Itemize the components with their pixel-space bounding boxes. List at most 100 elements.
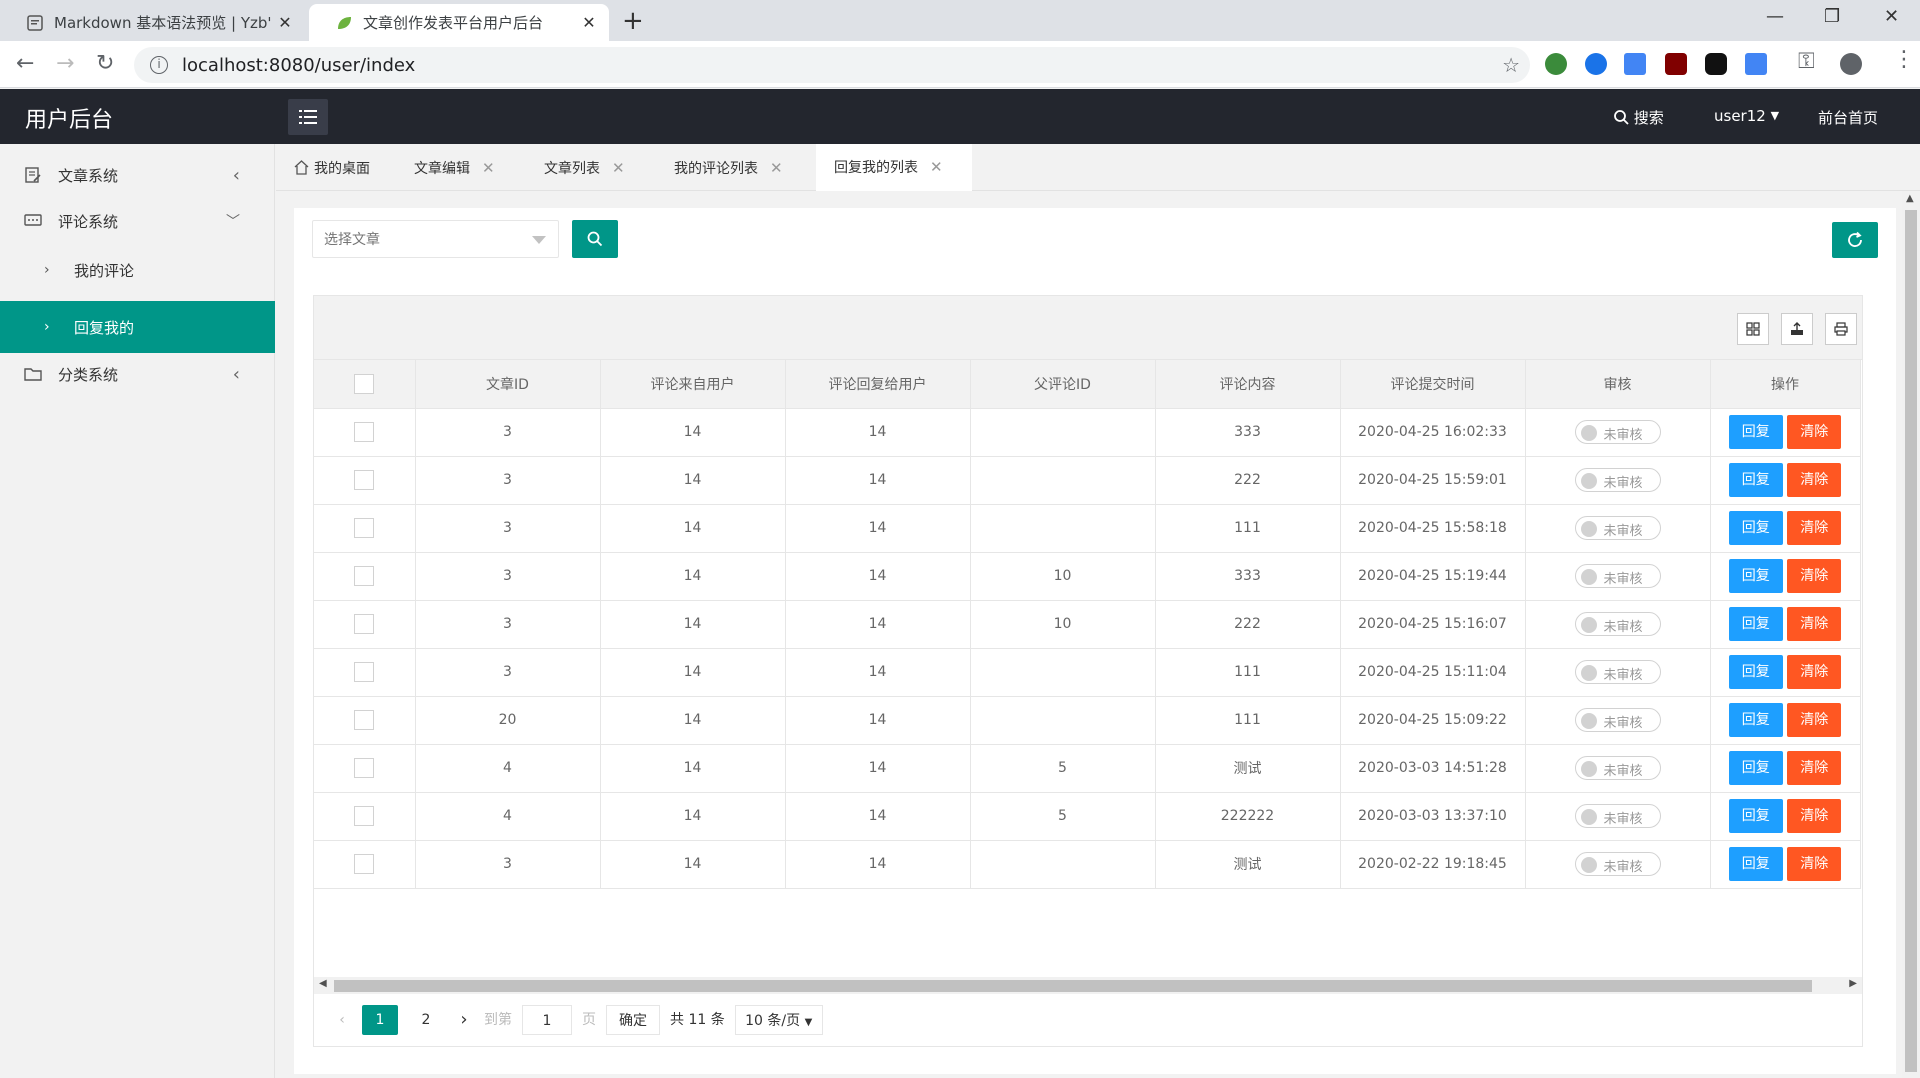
reply-button[interactable]: 回复 [1728, 463, 1783, 497]
row-checkbox[interactable] [354, 710, 375, 730]
scrollbar-thumb[interactable] [334, 980, 1812, 992]
reply-button[interactable]: 回复 [1728, 511, 1783, 545]
close-window-icon[interactable]: ✕ [1884, 6, 1899, 27]
page-number-current[interactable]: 1 [362, 1005, 398, 1035]
review-toggle[interactable]: 未审核 [1574, 420, 1661, 444]
page-number[interactable]: 2 [408, 1005, 444, 1035]
close-icon[interactable]: ✕ [482, 159, 495, 177]
column-header[interactable]: 评论回复给用户 [785, 360, 971, 409]
reply-button[interactable]: 回复 [1728, 607, 1783, 641]
menu-toggle-button[interactable] [288, 99, 328, 135]
refresh-button[interactable] [1832, 222, 1878, 258]
horizontal-scrollbar[interactable]: ◀ ▶ [314, 977, 1862, 994]
search-button[interactable] [572, 220, 618, 258]
extension-globe-icon[interactable] [1545, 53, 1567, 75]
row-checkbox[interactable] [354, 470, 375, 490]
reply-button[interactable]: 回复 [1728, 703, 1783, 737]
export-button[interactable] [1781, 313, 1813, 345]
column-header[interactable]: 审核 [1525, 360, 1711, 409]
review-toggle[interactable]: 未审核 [1574, 516, 1661, 540]
review-toggle[interactable]: 未审核 [1574, 804, 1661, 828]
scroll-left-icon[interactable]: ◀ [319, 978, 327, 989]
next-page-icon[interactable]: › [454, 1005, 474, 1035]
prev-page-icon[interactable]: ‹ [332, 1005, 352, 1035]
review-toggle[interactable]: 未审核 [1574, 852, 1661, 876]
bookmark-star-icon[interactable]: ☆ [1502, 53, 1520, 77]
reply-button[interactable]: 回复 [1728, 415, 1783, 449]
row-checkbox[interactable] [354, 518, 375, 538]
scrollbar-thumb[interactable] [1905, 210, 1917, 1072]
close-tab-icon[interactable]: ✕ [579, 13, 599, 32]
row-checkbox[interactable] [354, 806, 375, 826]
info-icon[interactable]: i [150, 56, 168, 74]
column-header[interactable]: 评论内容 [1155, 360, 1341, 409]
review-toggle[interactable]: 未审核 [1574, 468, 1661, 492]
forward-icon[interactable]: → [56, 51, 74, 76]
review-toggle[interactable]: 未审核 [1574, 756, 1661, 780]
column-header[interactable]: 父评论ID [970, 360, 1156, 409]
user-menu[interactable]: user12 ▼ [1714, 107, 1779, 125]
extension-ublock-icon[interactable] [1665, 53, 1687, 75]
reply-button[interactable]: 回复 [1728, 847, 1783, 881]
column-filter-button[interactable] [1737, 313, 1769, 345]
sidebar-item-replies-to-me[interactable]: › 回复我的 [0, 301, 275, 353]
tab-desktop[interactable]: 我的桌面 [276, 144, 388, 191]
maximize-icon[interactable]: ❐ [1824, 6, 1840, 27]
delete-button[interactable]: 清除 [1787, 655, 1842, 689]
reply-button[interactable]: 回复 [1728, 799, 1783, 833]
close-icon[interactable]: ✕ [930, 158, 943, 176]
page-size-select[interactable]: 10 条/页 ▼ [734, 1005, 823, 1035]
delete-button[interactable]: 清除 [1787, 415, 1842, 449]
tab-article-list[interactable]: 文章列表 ✕ [544, 144, 625, 191]
menu-kebab-icon[interactable]: ⋮ [1893, 47, 1915, 72]
review-toggle[interactable]: 未审核 [1574, 708, 1661, 732]
delete-button[interactable]: 清除 [1787, 703, 1842, 737]
sidebar-item-category-system[interactable]: 分类系统 ‹ [0, 349, 275, 399]
address-bar[interactable]: i localhost:8080/user/index ☆ [134, 47, 1530, 83]
extension-badge-icon[interactable] [1745, 53, 1767, 75]
tab-article-edit[interactable]: 文章编辑 ✕ [414, 144, 495, 191]
row-checkbox[interactable] [354, 566, 375, 586]
column-header[interactable]: 评论提交时间 [1340, 360, 1526, 409]
select-all-checkbox[interactable] [354, 373, 375, 394]
column-header[interactable]: 操作 [1710, 360, 1861, 409]
new-tab-icon[interactable]: + [622, 6, 644, 36]
print-button[interactable] [1825, 313, 1857, 345]
delete-button[interactable]: 清除 [1787, 751, 1842, 785]
close-tab-icon[interactable]: ✕ [275, 13, 295, 32]
row-checkbox[interactable] [354, 422, 375, 442]
profile-avatar-icon[interactable] [1840, 53, 1862, 75]
delete-button[interactable]: 清除 [1787, 847, 1842, 881]
goto-confirm-button[interactable]: 确定 [606, 1005, 660, 1035]
delete-button[interactable]: 清除 [1787, 559, 1842, 593]
reply-button[interactable]: 回复 [1728, 751, 1783, 785]
delete-button[interactable]: 清除 [1787, 511, 1842, 545]
delete-button[interactable]: 清除 [1787, 463, 1842, 497]
column-header[interactable]: 文章ID [415, 360, 601, 409]
delete-button[interactable]: 清除 [1787, 607, 1842, 641]
close-icon[interactable]: ✕ [770, 159, 783, 177]
reload-icon[interactable]: ↻ [96, 51, 114, 76]
extension-tampermonkey-icon[interactable] [1705, 53, 1727, 75]
sidebar-item-my-comments[interactable]: › 我的评论 [0, 245, 275, 295]
extension-chat-icon[interactable] [1585, 53, 1607, 75]
browser-tab-active[interactable]: 文章创作发表平台用户后台 ✕ [309, 4, 609, 41]
scroll-right-icon[interactable]: ▶ [1849, 978, 1857, 989]
sidebar-item-article-system[interactable]: 文章系统 ‹ [0, 150, 275, 200]
goto-page-input[interactable]: 1 [522, 1005, 572, 1035]
row-checkbox[interactable] [354, 758, 375, 778]
delete-button[interactable]: 清除 [1787, 799, 1842, 833]
home-link[interactable]: 前台首页 [1818, 107, 1878, 128]
scroll-up-icon[interactable]: ▲ [1906, 193, 1914, 204]
row-checkbox[interactable] [354, 854, 375, 874]
column-header[interactable]: 评论来自用户 [600, 360, 786, 409]
url-text[interactable]: localhost:8080/user/index [182, 55, 1502, 76]
article-select[interactable]: 选择文章 [312, 220, 559, 258]
review-toggle[interactable]: 未审核 [1574, 612, 1661, 636]
tab-reply-list[interactable]: 回复我的列表 ✕ [816, 144, 972, 191]
back-icon[interactable]: ← [16, 51, 34, 76]
sidebar-item-comment-system[interactable]: 评论系统 ﹀ [0, 196, 275, 246]
review-toggle[interactable]: 未审核 [1574, 660, 1661, 684]
browser-tab-markdown[interactable]: Markdown 基本语法预览 | Yzb' ✕ [0, 4, 305, 41]
vertical-scrollbar[interactable]: ▲ [1902, 191, 1920, 1078]
